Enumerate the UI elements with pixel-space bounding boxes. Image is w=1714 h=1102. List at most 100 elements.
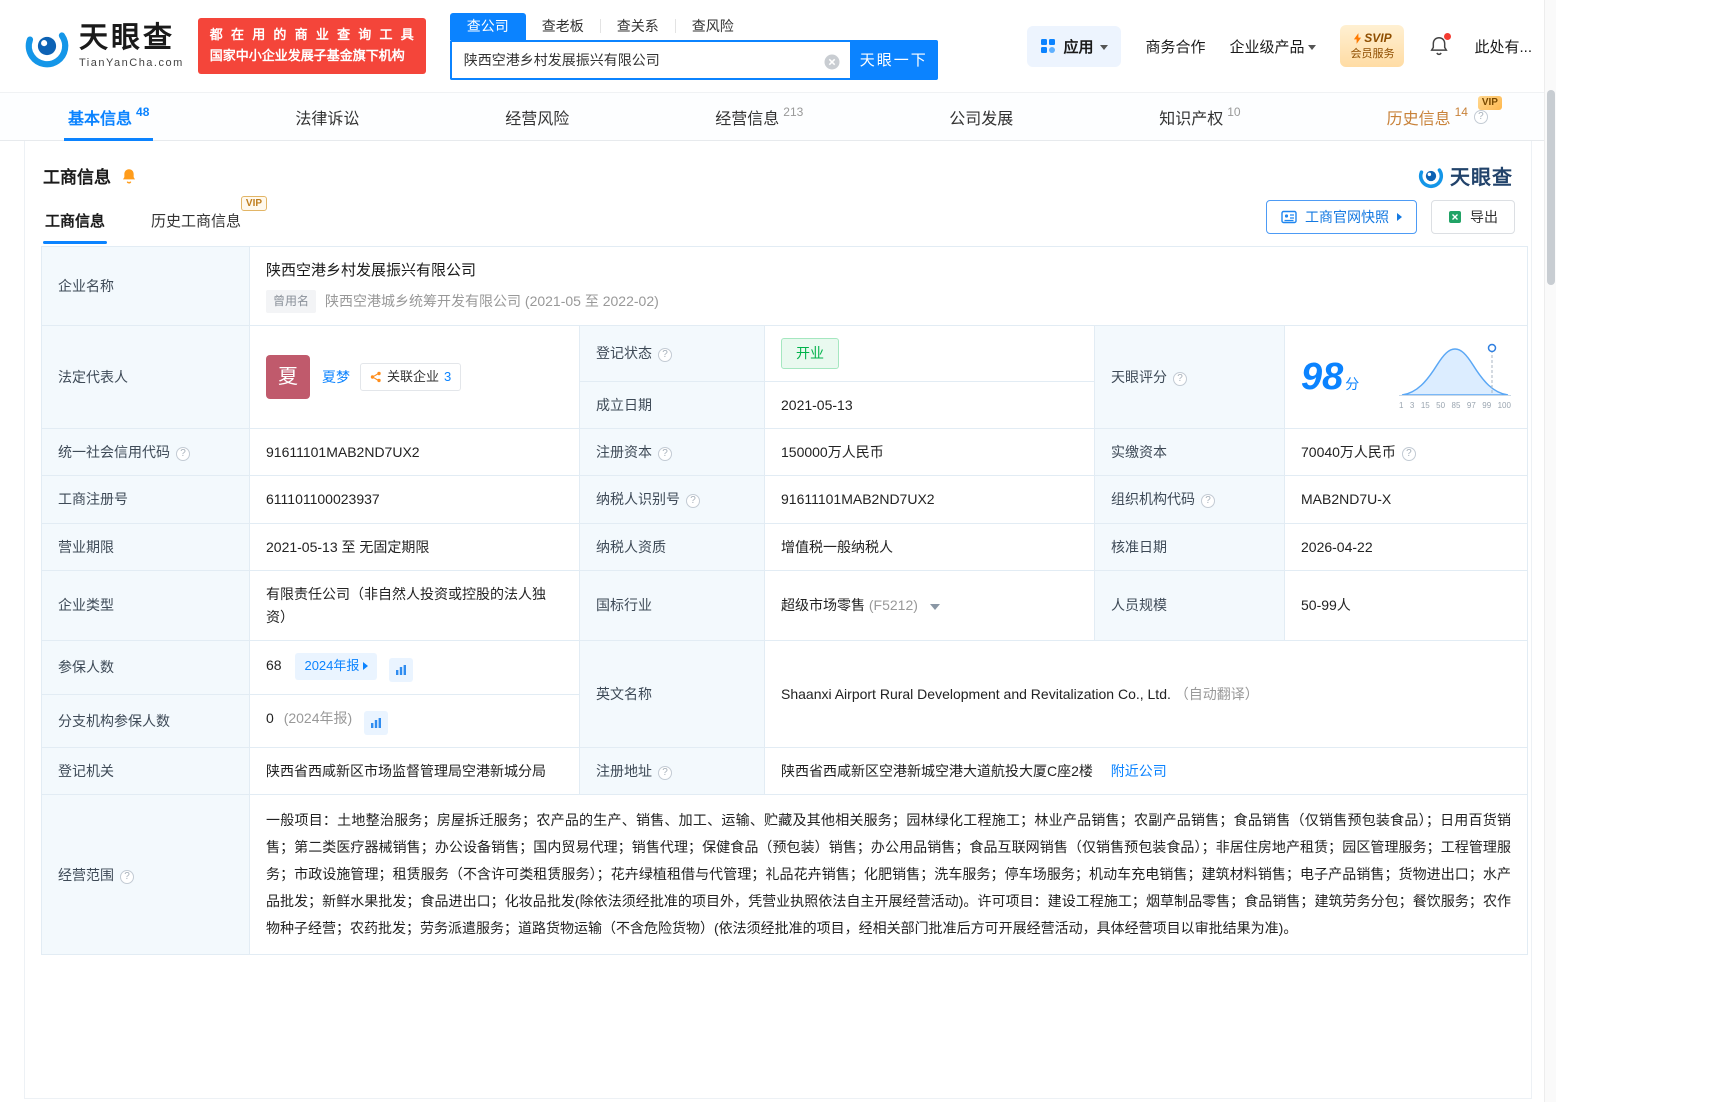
reg-number-value: 611101100023937 bbox=[249, 475, 580, 524]
scrollbar-track[interactable] bbox=[1544, 0, 1556, 1102]
table-row: 参保人数 68 2024年报 英文名称 Shaanxi Airport Rura… bbox=[41, 639, 1528, 748]
apps-button[interactable]: 应用 bbox=[1027, 25, 1122, 67]
search-tab-risk[interactable]: 查风险 bbox=[674, 19, 750, 33]
search-button[interactable]: 天眼一下 bbox=[849, 39, 938, 80]
business-term-label: 营业期限 bbox=[41, 522, 250, 572]
tab-company-development[interactable]: 公司发展 bbox=[945, 93, 1017, 140]
user-menu[interactable]: 此处有... bbox=[1474, 36, 1532, 57]
staff-size-value: 50-99人 bbox=[1284, 570, 1528, 641]
notifications-bell-button[interactable] bbox=[1428, 33, 1452, 57]
search-tab-boss[interactable]: 查老板 bbox=[526, 19, 600, 33]
reg-number-label: 工商注册号 bbox=[41, 475, 250, 524]
tab-operating-risk-label: 经营风险 bbox=[505, 110, 570, 128]
help-icon[interactable]: ? bbox=[1173, 371, 1187, 386]
insured-trend-chart-button[interactable] bbox=[389, 657, 414, 682]
reg-address-label: 注册地址? bbox=[579, 746, 765, 796]
help-icon[interactable]: ? bbox=[658, 446, 672, 461]
legal-rep-name-link[interactable]: 夏梦 bbox=[322, 366, 350, 388]
search-tabs: 查公司 查老板 查关系 查风险 bbox=[449, 12, 938, 40]
reg-capital-label: 注册资本? bbox=[579, 427, 765, 477]
score-label: 天眼评分? bbox=[1094, 325, 1285, 429]
tab-business-info-count: 213 bbox=[783, 104, 804, 119]
status-badge: 开业 bbox=[781, 338, 839, 369]
promo-banner[interactable]: 都在用的商业查询工具 国家中小企业发展子基金旗下机构 bbox=[197, 18, 426, 74]
search-input[interactable] bbox=[463, 51, 816, 68]
company-name-label: 企业名称 bbox=[41, 245, 250, 327]
former-name-value: 陕西空港城乡统筹开发有限公司 (2021-05 至 2022-02) bbox=[325, 293, 659, 310]
export-button[interactable]: 导出 bbox=[1431, 200, 1515, 234]
company-type-value: 有限责任公司（非自然人投资或控股的法人独资） bbox=[249, 570, 580, 641]
enterprise-products-link[interactable]: 企业级产品 bbox=[1229, 36, 1317, 57]
tab-business-info[interactable]: 经营信息 213 bbox=[711, 93, 807, 140]
chevron-down-icon[interactable] bbox=[929, 604, 940, 611]
tab-history-registration-label: 历史工商信息 bbox=[151, 213, 242, 230]
help-icon[interactable]: ? bbox=[658, 348, 672, 363]
tab-basic-info-count: 48 bbox=[136, 104, 150, 119]
help-icon[interactable]: ? bbox=[176, 446, 190, 461]
tab-ip-label: 知识产权 bbox=[1159, 110, 1224, 128]
tab-business-info-label: 经营信息 bbox=[715, 110, 780, 128]
help-icon[interactable]: ? bbox=[120, 869, 134, 884]
tab-intellectual-property[interactable]: 知识产权 10 bbox=[1155, 93, 1244, 140]
share-link-icon bbox=[370, 371, 382, 383]
table-row: 法定代表人 夏 夏梦 关联企业 3 登记状态 ? 开业 天眼评分 ? 98 分 … bbox=[41, 325, 1528, 429]
industry-code: (F5212) bbox=[868, 597, 918, 614]
business-cooperation-link[interactable]: 商务合作 bbox=[1145, 36, 1205, 57]
table-row: 统一社会信用代码? 91611101MAB2ND7UX2 注册资本? 15000… bbox=[41, 427, 1528, 477]
tab-legal-proceedings[interactable]: 法律诉讼 bbox=[291, 93, 363, 140]
vip-badge: VIP bbox=[1477, 96, 1502, 110]
brand-name: 天眼查 bbox=[79, 22, 176, 54]
scrollbar-thumb[interactable] bbox=[1547, 90, 1555, 285]
tab-history-count: 14 bbox=[1454, 104, 1468, 119]
related-companies-label: 关联企业 bbox=[387, 368, 440, 384]
score-pin-icon bbox=[1487, 343, 1497, 353]
apps-label: 应用 bbox=[1063, 38, 1094, 56]
taxpayer-quality-label: 纳税人资质 bbox=[579, 522, 765, 572]
credit-code-value: 91611101MAB2ND7UX2 bbox=[249, 427, 580, 477]
staff-size-label: 人员规模 bbox=[1094, 570, 1285, 641]
tianyancha-logo[interactable]: 天眼查 TianYanCha.com bbox=[24, 22, 184, 69]
branch-insured-label: 分支机构参保人数 bbox=[41, 693, 250, 748]
company-name-value: 陕西空港乡村发展振兴有限公司 bbox=[266, 262, 477, 279]
top-header: 天眼查 TianYanCha.com 都在用的商业查询工具 国家中小企业发展子基… bbox=[0, 0, 1556, 92]
business-info-table: 企业名称 陕西空港乡村发展振兴有限公司 曾用名 陕西空港城乡统筹开发有限公司 (… bbox=[41, 245, 1528, 956]
help-icon[interactable]: ? bbox=[1401, 446, 1416, 461]
score-value: 98 分 bbox=[1301, 355, 1360, 398]
company-nav-tabs: 基本信息 48 法律诉讼 经营风险 经营信息 213 公司发展 知识产权 10 … bbox=[0, 92, 1556, 141]
related-companies-count: 3 bbox=[444, 368, 452, 384]
help-icon[interactable]: ? bbox=[686, 494, 700, 509]
tab-operating-risk[interactable]: 经营风险 bbox=[501, 93, 573, 140]
legal-rep-avatar[interactable]: 夏 bbox=[266, 355, 310, 400]
nearby-companies-link[interactable]: 附近公司 bbox=[1111, 763, 1167, 779]
tab-ip-count: 10 bbox=[1227, 104, 1241, 119]
tab-basic-info[interactable]: 基本信息 48 bbox=[64, 93, 154, 141]
search-tab-relation[interactable]: 查关系 bbox=[599, 19, 675, 33]
chevron-down-icon bbox=[1100, 44, 1109, 50]
tab-history-registration[interactable]: 历史工商信息 VIP bbox=[149, 196, 268, 244]
watermark-brand: 天眼查 bbox=[1450, 167, 1513, 189]
annual-report-button[interactable]: 2024年报 bbox=[295, 652, 378, 680]
table-row: 企业名称 陕西空港乡村发展振兴有限公司 曾用名 陕西空港城乡统筹开发有限公司 (… bbox=[41, 245, 1528, 327]
auto-translate-note: （自动翻译） bbox=[1174, 685, 1259, 702]
branch-insured-trend-chart-button[interactable] bbox=[364, 710, 389, 735]
svip-member-button[interactable]: SVIP 会员服务 bbox=[1340, 25, 1405, 67]
business-scope-value: 一般项目：土地整治服务；房屋拆迁服务；农产品的生产、销售、加工、运输、贮藏及其他… bbox=[266, 812, 1511, 937]
business-term-value: 2021-05-13 至 无固定期限 bbox=[249, 522, 580, 572]
help-icon[interactable]: ? bbox=[1473, 109, 1488, 124]
tab-current-registration[interactable]: 工商信息 bbox=[43, 200, 108, 244]
promo-line2: 国家中小企业发展子基金旗下机构 bbox=[209, 48, 405, 63]
business-scope-label: 经营范围? bbox=[41, 794, 250, 956]
table-row: 企业类型 有限责任公司（非自然人投资或控股的法人独资） 国标行业 超级市场零售 … bbox=[41, 570, 1528, 641]
search-tab-company[interactable]: 查公司 bbox=[449, 12, 526, 40]
english-name-value: Shaanxi Airport Rural Development and Re… bbox=[764, 639, 1528, 748]
former-name-badge: 曾用名 bbox=[266, 290, 317, 314]
official-snapshot-button[interactable]: 工商官网快照 bbox=[1266, 200, 1417, 234]
clear-search-icon[interactable] bbox=[824, 54, 840, 70]
tab-history-info[interactable]: 历史信息 14 VIP ? bbox=[1383, 93, 1502, 140]
taxpayer-quality-value: 增值税一般纳税人 bbox=[764, 522, 1095, 572]
related-companies-badge[interactable]: 关联企业 3 bbox=[360, 362, 462, 392]
subscribe-bell-icon[interactable] bbox=[120, 167, 138, 185]
enterprise-products-label: 企业级产品 bbox=[1229, 38, 1305, 56]
help-icon[interactable]: ? bbox=[658, 765, 672, 780]
help-icon[interactable]: ? bbox=[1201, 494, 1215, 509]
